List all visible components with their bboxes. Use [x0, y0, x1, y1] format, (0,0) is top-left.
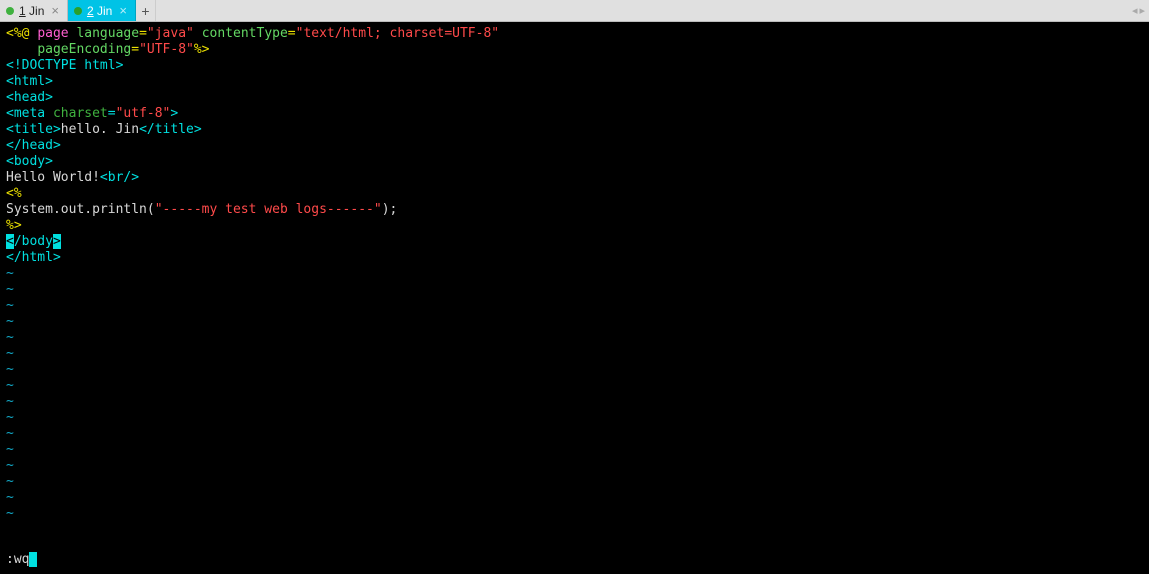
- tab-nav-arrows: ◂ ▸: [1132, 0, 1145, 21]
- modified-dot-icon: [74, 7, 82, 15]
- tab-1[interactable]: 1 Jin ×: [0, 0, 68, 21]
- tab-nav-left-icon[interactable]: ◂: [1132, 4, 1138, 17]
- code-content: <%@ page language="java" contentType="te…: [6, 26, 1143, 522]
- tab-bar: 1 Jin × 2 Jin × + ◂ ▸: [0, 0, 1149, 22]
- vim-command-line[interactable]: :wq: [6, 552, 37, 568]
- tab-label: 1 Jin: [19, 4, 44, 18]
- cursor: <: [6, 234, 14, 249]
- tab-label: 2 Jin: [87, 4, 112, 18]
- close-icon[interactable]: ×: [49, 4, 61, 17]
- tab-2[interactable]: 2 Jin ×: [68, 0, 136, 21]
- editor-area[interactable]: <%@ page language="java" contentType="te…: [0, 22, 1149, 574]
- close-icon[interactable]: ×: [117, 4, 129, 17]
- tab-nav-right-icon[interactable]: ▸: [1139, 4, 1145, 17]
- modified-dot-icon: [6, 7, 14, 15]
- new-tab-button[interactable]: +: [136, 0, 156, 21]
- cmd-cursor: [29, 552, 37, 567]
